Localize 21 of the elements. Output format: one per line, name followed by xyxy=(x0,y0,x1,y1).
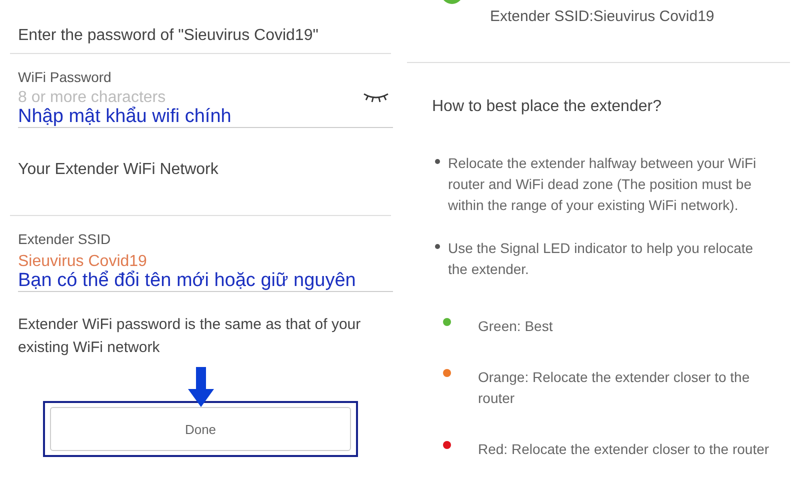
section-title: Your Extender WiFi Network xyxy=(17,160,220,180)
field-label: WiFi Password xyxy=(17,68,112,85)
bullet-icon xyxy=(435,159,440,164)
led-description: Green: Best xyxy=(478,317,554,336)
led-description: Red: Relocate the extender closer to the router xyxy=(478,440,770,459)
ssid-text: Extender SSID:Sieuvirus Covid19 xyxy=(490,8,714,25)
led-description: Orange: Relocate the extender closer to the router xyxy=(478,368,751,408)
prompt-text: Enter the password of "Sieuvirus Covid19" xyxy=(17,26,320,46)
closed-eye-icon[interactable] xyxy=(362,91,390,103)
down-arrow-icon xyxy=(188,367,214,407)
tip-text: Relocate the extender halfway between your WiFi router and WiFi dead zone (The position must be within the range of your existing WiFi network). xyxy=(448,154,758,215)
heading-text: How to best place the extender? xyxy=(431,97,662,117)
bullet-icon xyxy=(435,244,440,249)
ssid-field[interactable]: Sieuvirus Covid19 xyxy=(10,251,318,271)
annotation-text: Nhập mật khẩu wifi chính xyxy=(17,107,232,127)
done-button[interactable]: Done xyxy=(50,407,351,451)
field-label: Extender SSID xyxy=(17,230,112,247)
tip-text: Use the Signal LED indicator to help you relocate the extender. xyxy=(448,239,754,279)
note-text: Extender WiFi password is the same as that of your existing WiFi network xyxy=(17,315,362,358)
annotation-text: Bạn có thể đổi tên mới hoặc giữ nguyên xyxy=(17,271,357,291)
password-field[interactable]: 8 or more characters xyxy=(10,87,318,107)
